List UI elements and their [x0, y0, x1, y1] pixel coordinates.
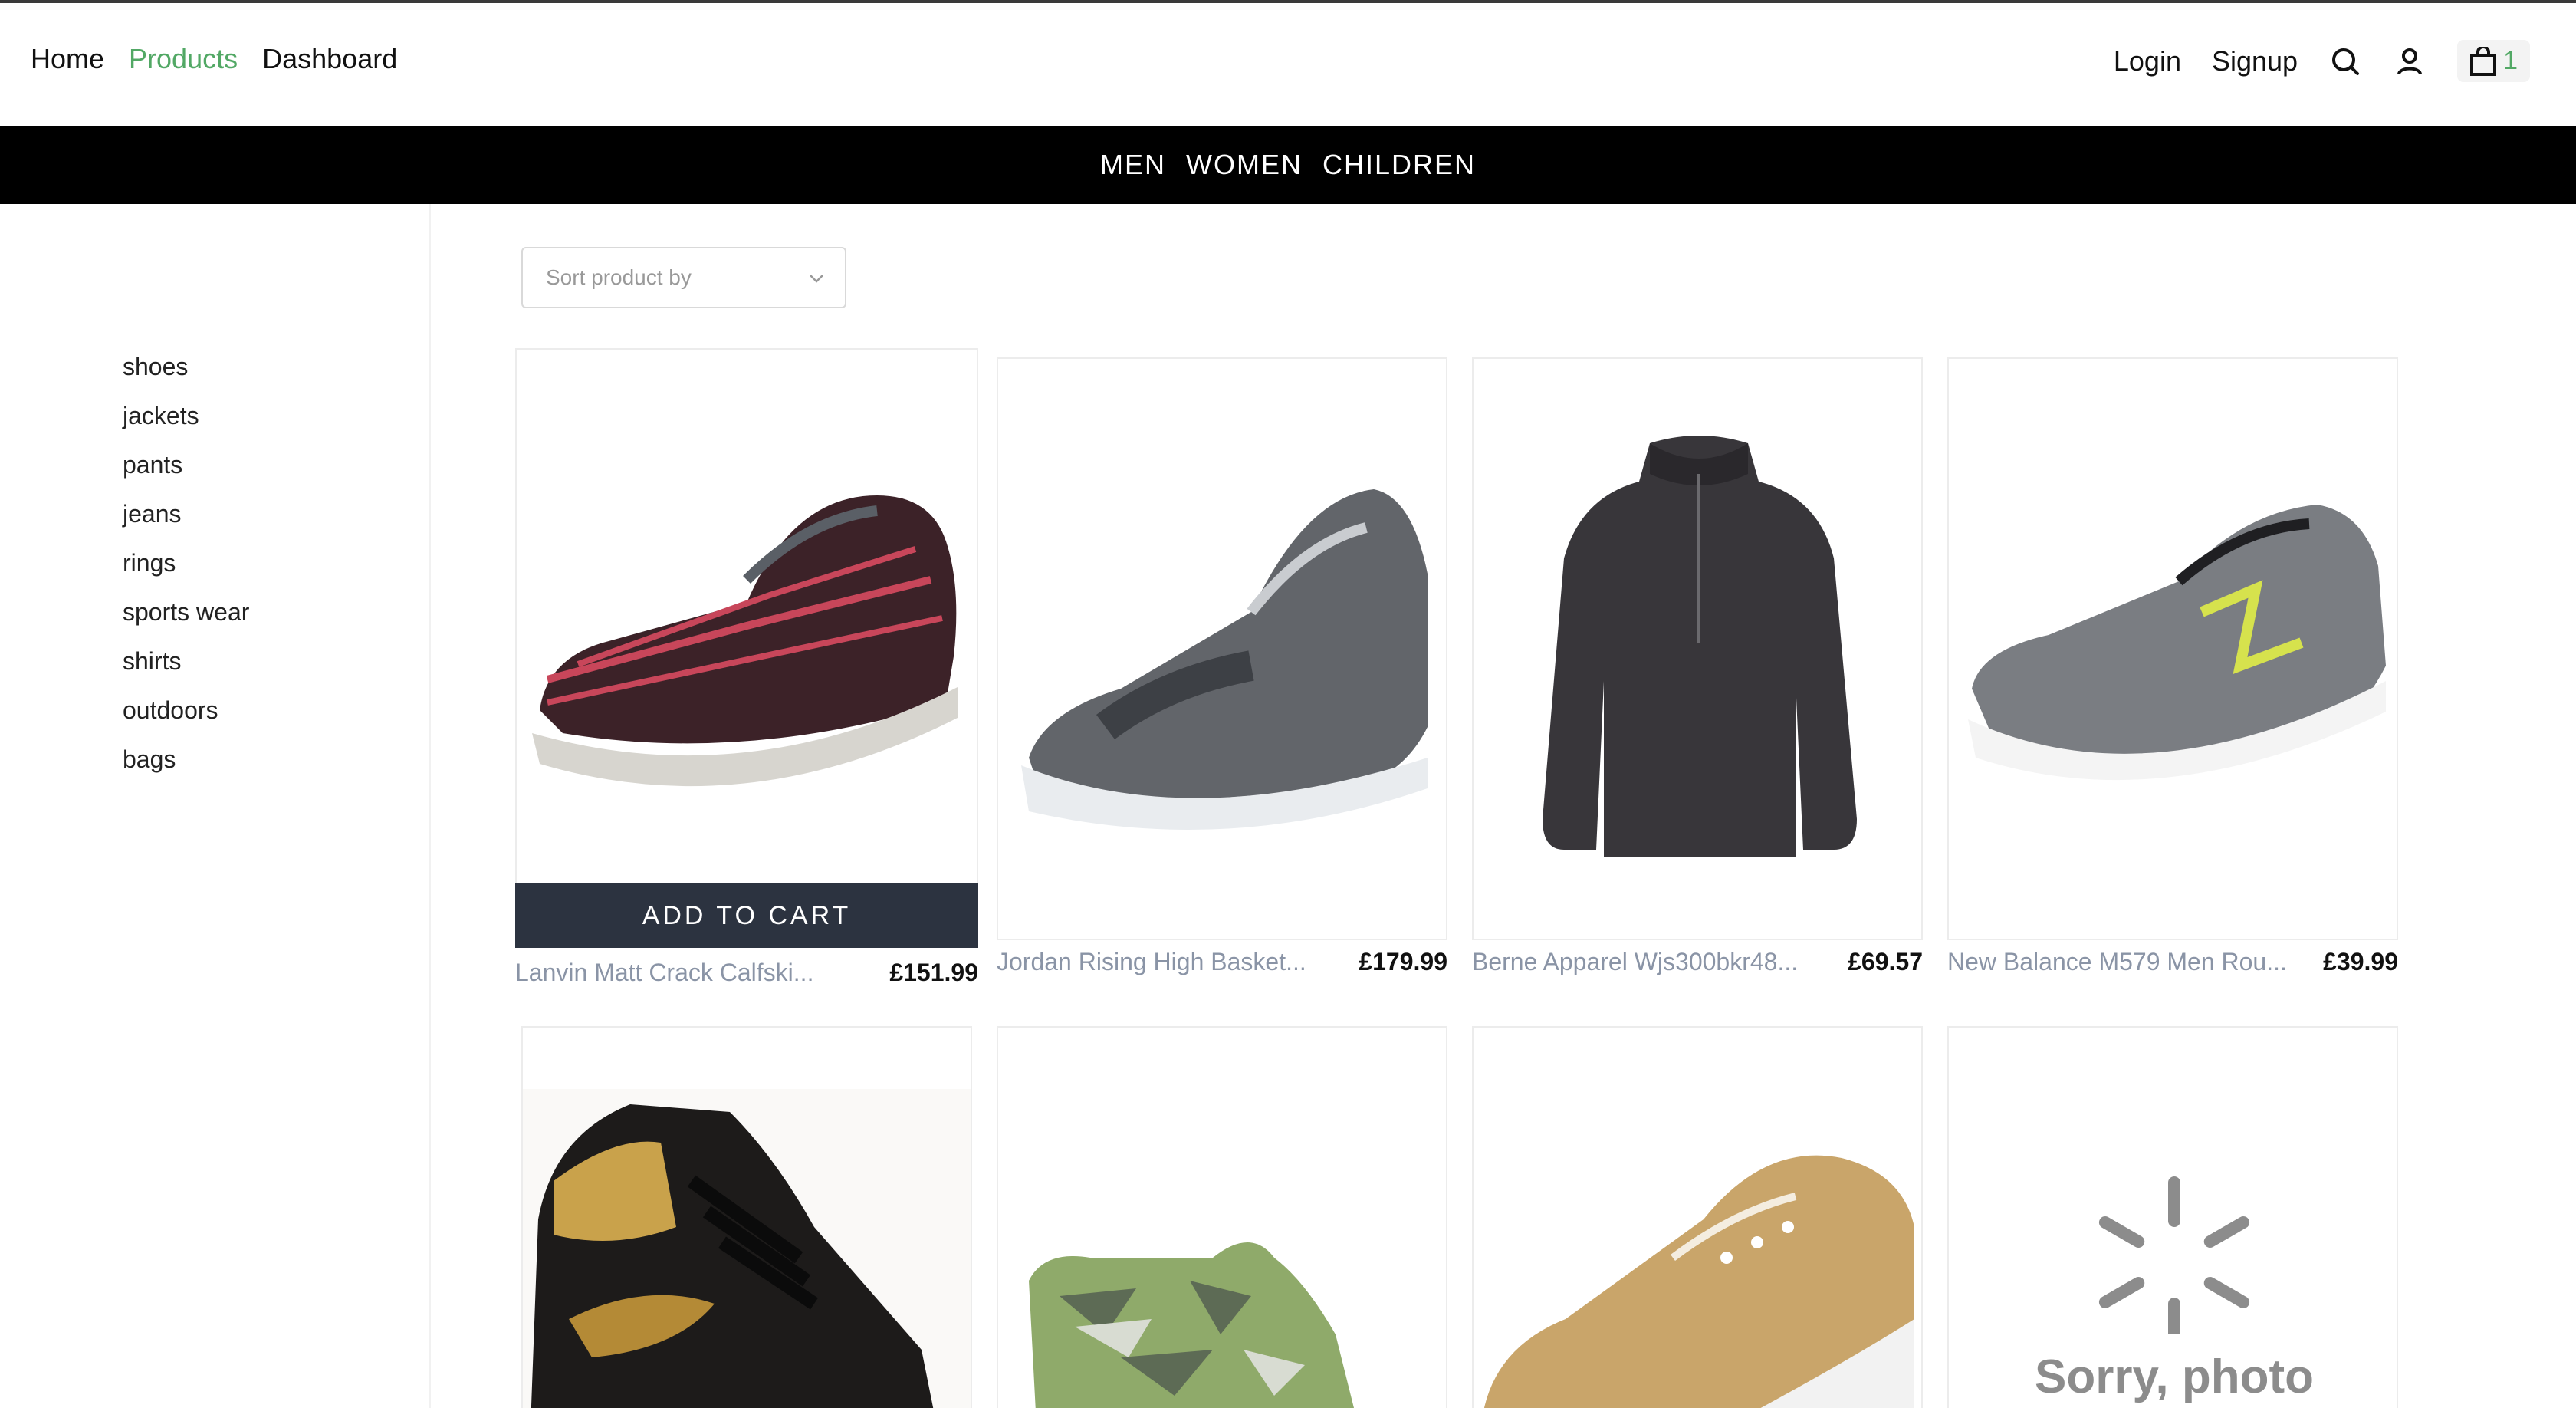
product-image[interactable]	[1472, 357, 1923, 940]
main-nav: Home Products Dashboard	[31, 43, 397, 75]
shopping-bag-icon	[2469, 46, 2497, 76]
product-image[interactable]	[997, 1026, 1447, 1408]
nav-products[interactable]: Products	[129, 43, 238, 75]
product-card[interactable]: New Balance M579 Men Rou... £39.99	[1947, 357, 2398, 986]
product-image[interactable]	[515, 348, 978, 946]
product-image[interactable]	[1472, 1026, 1923, 1408]
sidebar-item-rings[interactable]: rings	[123, 538, 249, 587]
search-icon[interactable]	[2328, 44, 2362, 78]
product-name[interactable]: Berne Apparel Wjs300bkr48...	[1472, 948, 1798, 976]
product-card[interactable]: ADD TO CART Lanvin Matt Crack Calfski...…	[515, 348, 978, 992]
sidebar-list: shoes jackets pants jeans rings sports w…	[123, 342, 249, 784]
site-header: Home Products Dashboard Login Signup 1	[0, 3, 2576, 126]
sort-placeholder: Sort product by	[546, 265, 692, 289]
category-men[interactable]: MEN	[1100, 149, 1166, 181]
cart-count: 1	[2503, 46, 2518, 75]
sidebar-item-shoes[interactable]: shoes	[123, 342, 249, 391]
sidebar-item-outdoors[interactable]: outdoors	[123, 686, 249, 735]
add-to-cart-button[interactable]: ADD TO CART	[515, 883, 978, 948]
product-name[interactable]: New Balance M579 Men Rou...	[1947, 948, 2287, 976]
signup-link[interactable]: Signup	[2212, 45, 2298, 77]
nav-home[interactable]: Home	[31, 43, 104, 75]
chevron-down-icon	[807, 268, 826, 288]
sort-select[interactable]: Sort product by	[521, 247, 846, 308]
category-children[interactable]: CHILDREN	[1322, 149, 1476, 181]
user-icon[interactable]	[2393, 44, 2426, 78]
product-card[interactable]: Sorry, photo	[1947, 1026, 2398, 1408]
product-card[interactable]	[997, 1026, 1447, 1408]
login-link[interactable]: Login	[2114, 45, 2181, 77]
product-image[interactable]	[521, 1026, 972, 1408]
product-name[interactable]: Lanvin Matt Crack Calfski...	[515, 959, 813, 987]
spark-logo-icon	[2098, 1176, 2250, 1334]
sidebar-item-jackets[interactable]: jackets	[123, 391, 249, 440]
nav-dashboard[interactable]: Dashboard	[262, 43, 397, 75]
product-image[interactable]	[1947, 357, 2398, 940]
product-price: £151.99	[889, 959, 978, 986]
product-name[interactable]: Jordan Rising High Basket...	[997, 948, 1306, 976]
sidebar-item-pants[interactable]: pants	[123, 440, 249, 489]
sidebar-item-sports-wear[interactable]: sports wear	[123, 587, 249, 637]
product-card[interactable]	[1472, 1026, 1923, 1408]
product-price: £39.99	[2323, 948, 2398, 975]
placeholder-image[interactable]: Sorry, photo	[1947, 1026, 2398, 1408]
product-image[interactable]	[997, 357, 1447, 940]
product-card[interactable]	[521, 1026, 972, 1408]
product-price: £179.99	[1359, 948, 1447, 975]
sidebar: shoes jackets pants jeans rings sports w…	[0, 204, 431, 1408]
cart-button[interactable]: 1	[2457, 40, 2530, 82]
category-women[interactable]: WOMEN	[1186, 149, 1303, 181]
placeholder-text: Sorry, photo	[2035, 1350, 2314, 1403]
product-price: £69.57	[1848, 948, 1923, 975]
sidebar-item-bags[interactable]: bags	[123, 735, 249, 784]
sidebar-item-shirts[interactable]: shirts	[123, 637, 249, 686]
sidebar-item-jeans[interactable]: jeans	[123, 489, 249, 538]
product-card[interactable]: Berne Apparel Wjs300bkr48... £69.57	[1472, 357, 1923, 986]
category-bar: MEN WOMEN CHILDREN	[0, 126, 2576, 204]
account-nav: Login Signup 1	[2114, 40, 2530, 82]
product-card[interactable]: Jordan Rising High Basket... £179.99	[997, 357, 1447, 986]
